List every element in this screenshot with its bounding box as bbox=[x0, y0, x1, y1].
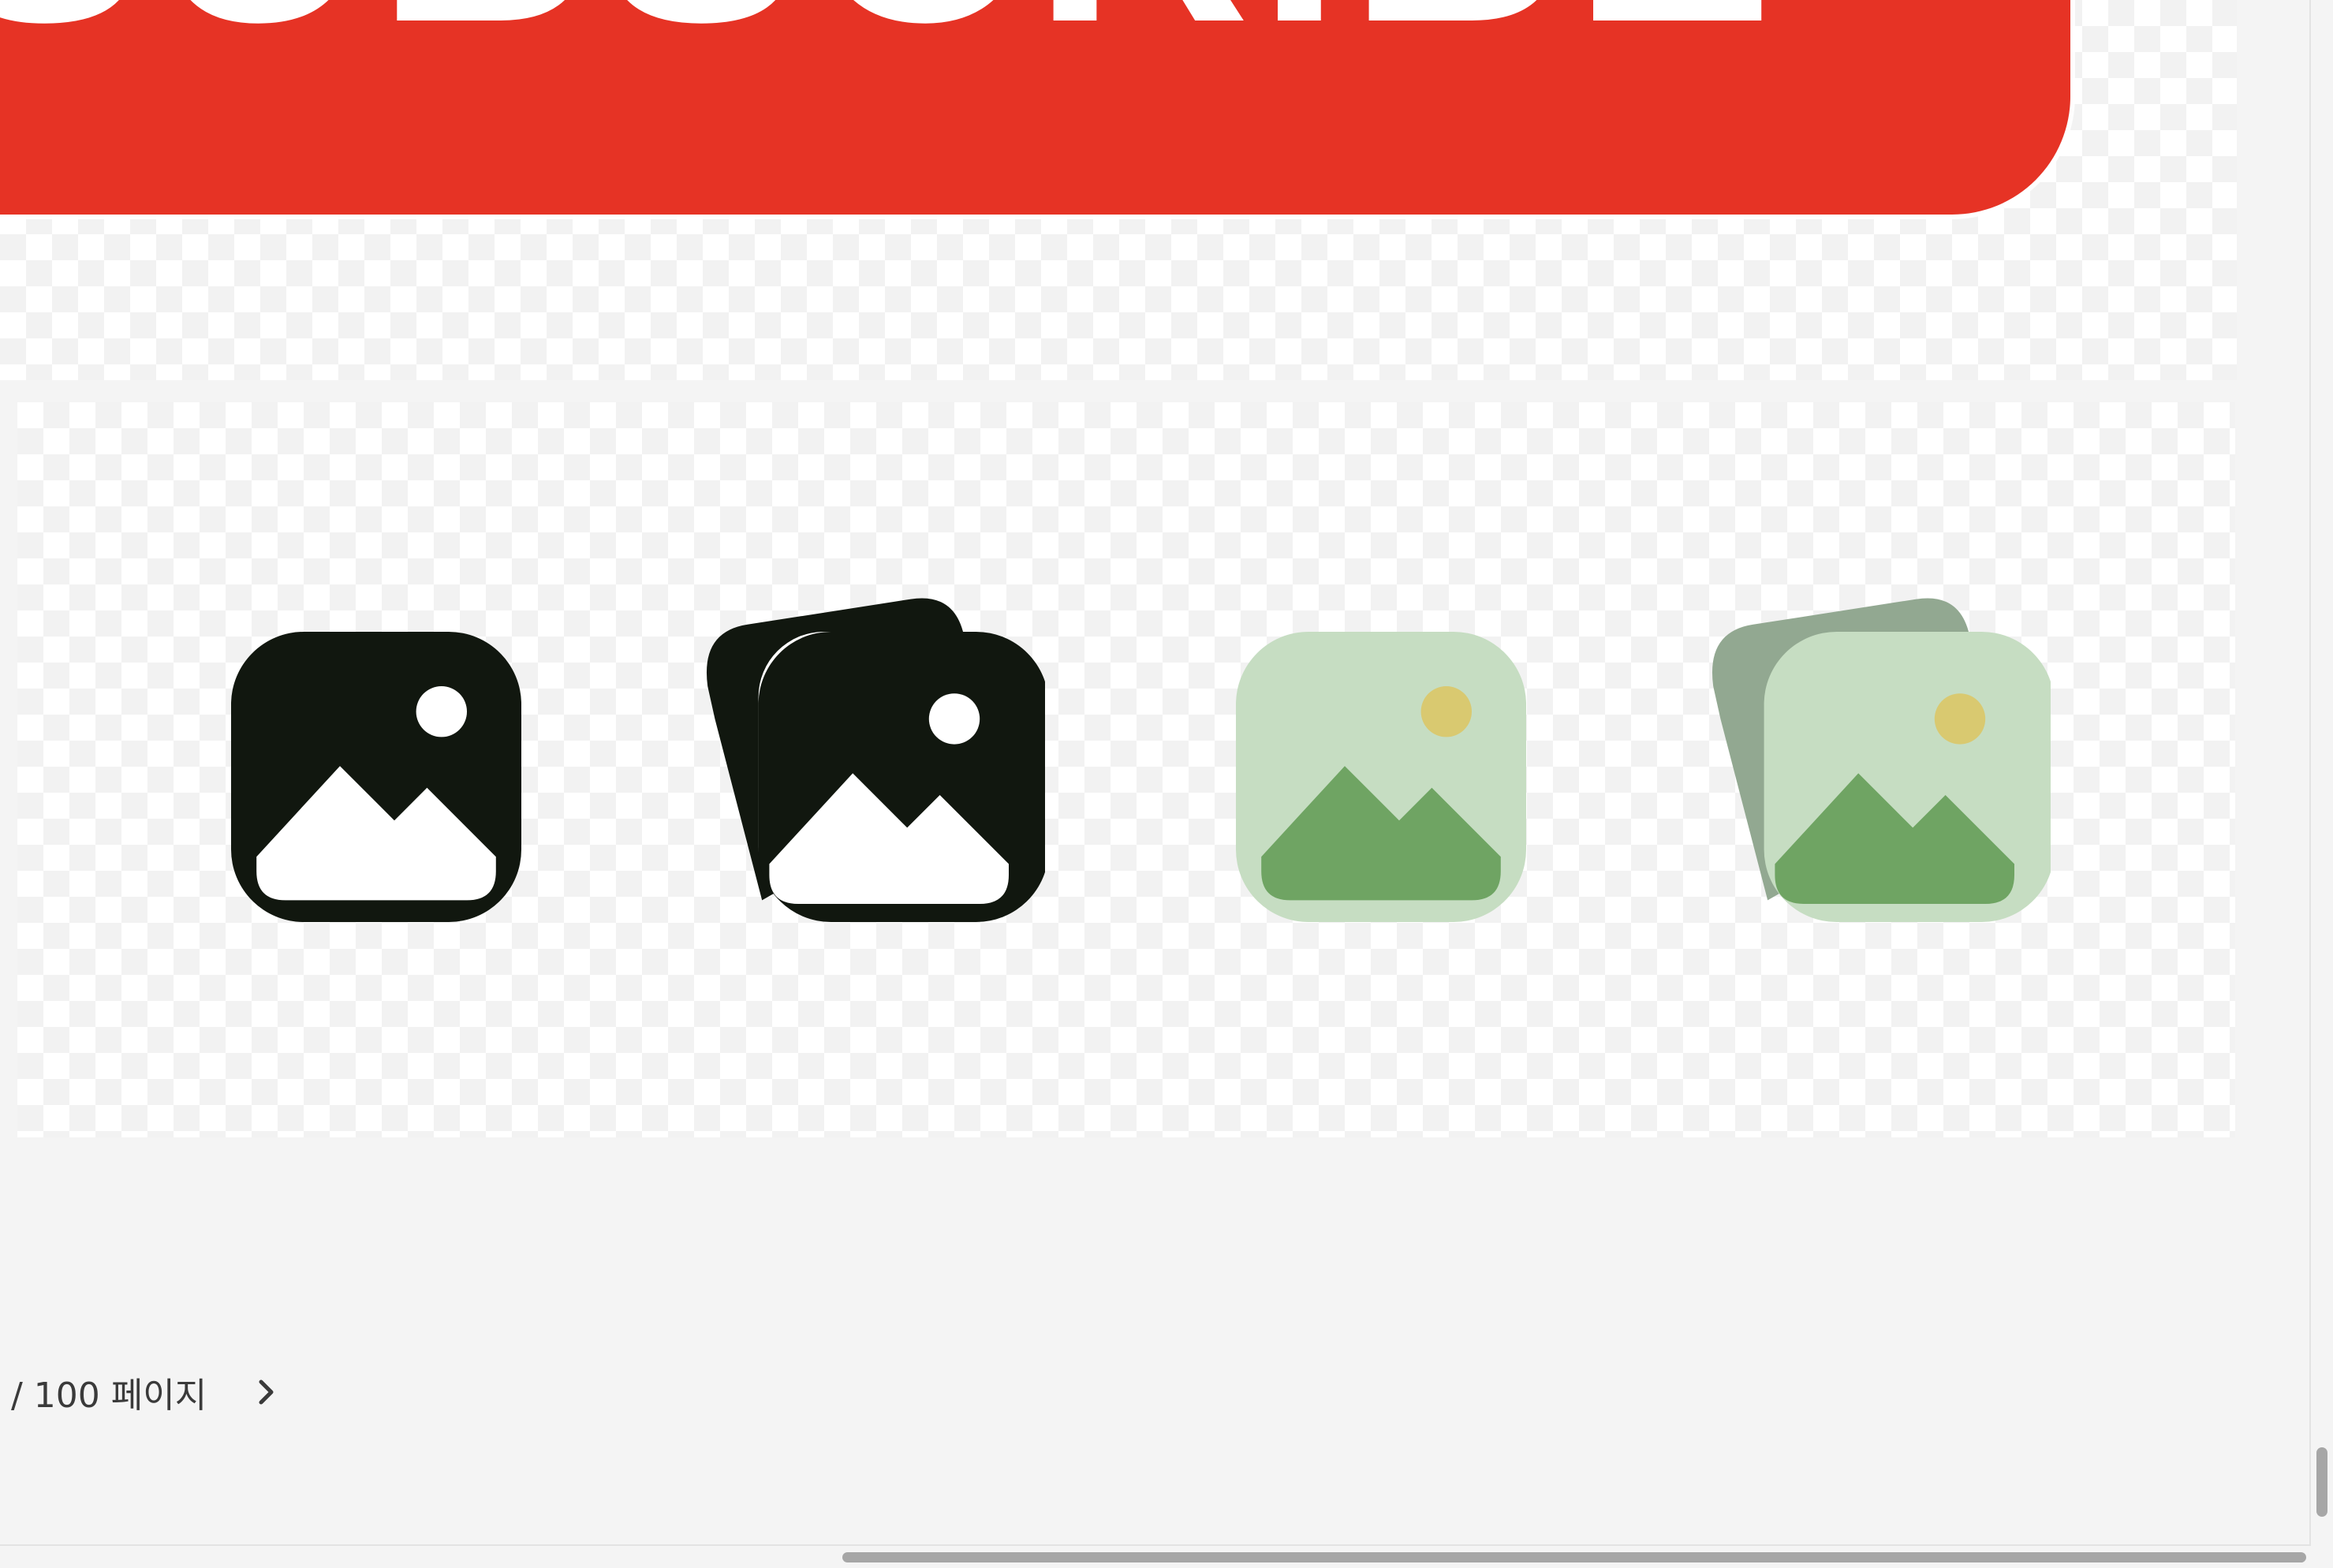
subscribe-image-card: SUBSCRIBE bbox=[0, 0, 2237, 380]
vertical-scrollbar[interactable] bbox=[2309, 0, 2333, 1566]
vertical-scrollbar-thumb[interactable] bbox=[2316, 1447, 2327, 1517]
icon-set-card bbox=[17, 402, 2235, 1137]
next-page-button[interactable] bbox=[246, 1372, 286, 1412]
subscribe-text: SUBSCRIBE bbox=[0, 0, 1781, 67]
images-stack-icon bbox=[682, 595, 1045, 958]
page-navigation: / 100 페이지 bbox=[11, 1368, 286, 1416]
chevron-right-icon bbox=[259, 1379, 274, 1405]
images-stack-color-icon bbox=[1688, 595, 2051, 958]
page-count-label: / 100 페이지 bbox=[11, 1376, 207, 1416]
horizontal-scrollbar[interactable] bbox=[0, 1544, 2311, 1568]
image-icon bbox=[195, 595, 558, 958]
horizontal-scrollbar-thumb[interactable] bbox=[842, 1552, 2306, 1562]
image-color-icon bbox=[1200, 595, 1562, 958]
subscribe-banner: SUBSCRIBE bbox=[0, 0, 2070, 215]
